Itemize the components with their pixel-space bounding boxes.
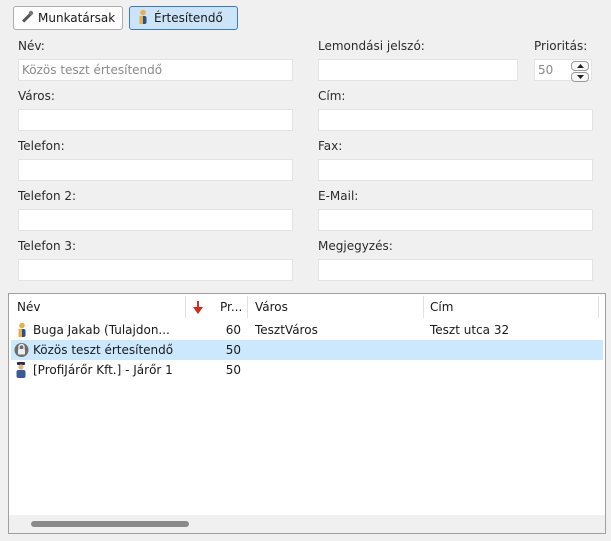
tab-label: Munkatársak xyxy=(38,11,116,25)
fax-label: Fax: xyxy=(318,139,343,153)
arrow-up-icon xyxy=(576,64,584,68)
arrow-down-icon xyxy=(576,75,584,79)
horizontal-scrollbar[interactable] xyxy=(9,515,605,533)
telefon3-input[interactable] xyxy=(18,259,293,281)
row-cim xyxy=(430,360,595,380)
row-name: [ProfiJárőr Kft.] - Járőr 1 xyxy=(33,363,173,377)
lemondasi-jelszo-label: Lemondási jelszó: xyxy=(318,39,425,53)
lock-icon xyxy=(14,342,29,361)
column-divider[interactable] xyxy=(247,296,248,318)
megjegyzes-input[interactable] xyxy=(318,259,593,281)
column-header-nev[interactable]: Név xyxy=(17,294,187,320)
varos-label: Város: xyxy=(18,89,55,103)
telefon3-label: Telefon 3: xyxy=(18,239,77,253)
row-cim xyxy=(430,340,595,360)
row-varos xyxy=(255,360,415,380)
lemondasi-jelszo-input[interactable] xyxy=(318,59,518,81)
column-header-varos[interactable]: Város xyxy=(255,294,415,320)
column-header-cim[interactable]: Cím xyxy=(430,294,590,320)
row-prioritas: 50 xyxy=(225,363,241,377)
tab-munkatarsak[interactable]: Munkatársak xyxy=(13,6,123,30)
row-prioritas: 60 xyxy=(225,323,241,337)
cim-label: Cím: xyxy=(318,89,346,103)
table-row[interactable]: Buga Jakab (Tulajdon... 60 TesztVáros Te… xyxy=(11,320,603,340)
nev-label: Név: xyxy=(18,39,45,53)
scrollbar-thumb[interactable] xyxy=(31,521,189,527)
prioritas-label: Prioritás: xyxy=(534,39,588,53)
stepper-down-button[interactable] xyxy=(571,72,589,82)
column-divider[interactable] xyxy=(185,296,186,318)
wrench-icon xyxy=(20,10,34,27)
person-icon xyxy=(136,9,150,28)
tab-ertesitendo[interactable]: Értesítendő xyxy=(129,6,238,30)
row-name: Buga Jakab (Tulajdon... xyxy=(33,323,170,337)
row-prioritas: 50 xyxy=(225,343,241,357)
prioritas-stepper[interactable]: 50 xyxy=(534,59,592,82)
column-divider[interactable] xyxy=(598,296,599,318)
telefon-label: Telefon: xyxy=(18,139,65,153)
table-row[interactable]: Közös teszt értesítendő 50 xyxy=(11,340,603,360)
person-icon xyxy=(15,322,29,341)
varos-input[interactable] xyxy=(18,109,293,131)
telefon-input[interactable] xyxy=(18,159,293,181)
contacts-list[interactable]: Név Pr... Város Cím Buga Jakab (Tulajdon… xyxy=(8,293,606,534)
nev-input[interactable]: Közös teszt értesítendő xyxy=(18,59,293,81)
stepper-up-button[interactable] xyxy=(571,61,589,71)
row-varos: TesztVáros xyxy=(255,323,318,337)
row-varos xyxy=(255,340,415,360)
sort-down-arrow-icon xyxy=(193,301,203,318)
list-header: Név Pr... Város Cím xyxy=(9,294,605,320)
megjegyzes-label: Megjegyzés: xyxy=(318,239,393,253)
prioritas-value: 50 xyxy=(538,63,554,77)
telefon2-input[interactable] xyxy=(18,209,293,231)
telefon2-label: Telefon 2: xyxy=(18,189,77,203)
table-row[interactable]: [ProfiJárőr Kft.] - Járőr 1 50 xyxy=(11,360,603,380)
row-name: Közös teszt értesítendő xyxy=(33,343,174,357)
row-cim: Teszt utca 32 xyxy=(430,323,510,337)
guard-icon xyxy=(14,362,28,381)
email-input[interactable] xyxy=(318,209,593,231)
cim-input[interactable] xyxy=(318,109,593,131)
fax-input[interactable] xyxy=(318,159,593,181)
column-header-prioritas[interactable]: Pr... xyxy=(220,294,250,320)
email-label: E-Mail: xyxy=(318,189,359,203)
tab-label: Értesítendő xyxy=(154,11,223,25)
column-divider[interactable] xyxy=(423,296,424,318)
